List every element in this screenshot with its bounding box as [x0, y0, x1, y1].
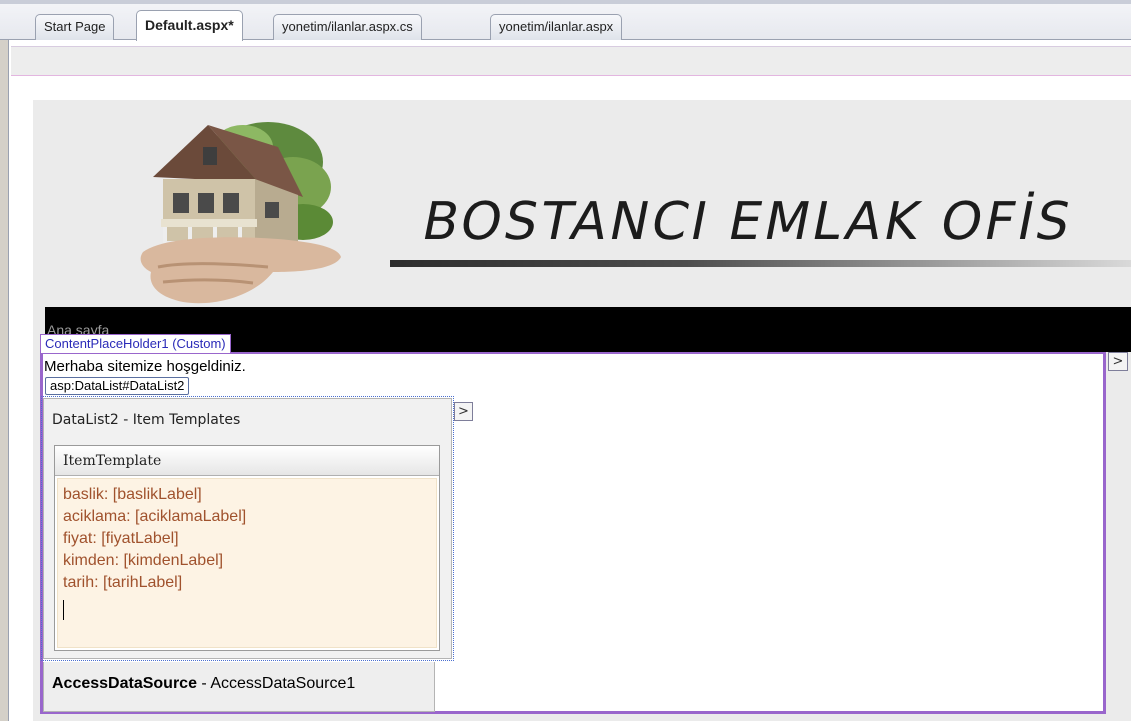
- tab-strip-top-border: [0, 0, 1131, 4]
- site-title: BOSTANCI EMLAK OFİS: [417, 192, 1079, 252]
- tab-start-page[interactable]: Start Page: [35, 14, 115, 40]
- datasource-separator: -: [196, 675, 211, 692]
- datalist-panel-title: DataList2 - Item Templates: [52, 412, 241, 428]
- datalist-control-tag[interactable]: asp:DataList#DataList2: [45, 377, 190, 395]
- designer-top-strip: [11, 46, 1131, 76]
- placeholder-smart-tag-button[interactable]: >: [1108, 352, 1128, 371]
- template-line-kimden[interactable]: kimden: [kimdenLabel]: [63, 552, 223, 570]
- tab-ilanlar-aspx[interactable]: yonetim/ilanlar.aspx: [490, 14, 623, 40]
- welcome-text: Merhaba sitemize hoşgeldiniz.: [44, 358, 246, 375]
- datasource-id: AccessDataSource1: [210, 675, 356, 692]
- datasource-type: AccessDataSource: [52, 675, 197, 692]
- template-line-baslik[interactable]: baslik: [baslikLabel]: [63, 486, 202, 504]
- template-line-aciklama[interactable]: aciklama: [aciklamaLabel]: [63, 508, 246, 526]
- template-line-fiyat[interactable]: fiyat: [fiyatLabel]: [63, 530, 179, 548]
- text-caret: [63, 600, 64, 620]
- tab-default-aspx[interactable]: Default.aspx*: [136, 10, 243, 41]
- content-placeholder-tag[interactable]: ContentPlaceHolder1 (Custom): [40, 334, 231, 353]
- item-template-header: ItemTemplate: [55, 446, 439, 476]
- tab-ilanlar-aspx-cs[interactable]: yonetim/ilanlar.aspx.cs: [273, 14, 422, 40]
- title-underline: [390, 260, 1131, 267]
- template-line-tarih[interactable]: tarih: [tarihLabel]: [63, 574, 182, 592]
- access-datasource-label: AccessDataSource - AccessDataSource1: [52, 675, 355, 693]
- datalist-smart-tag-button[interactable]: >: [454, 402, 473, 421]
- house-in-hand-icon: [140, 122, 341, 304]
